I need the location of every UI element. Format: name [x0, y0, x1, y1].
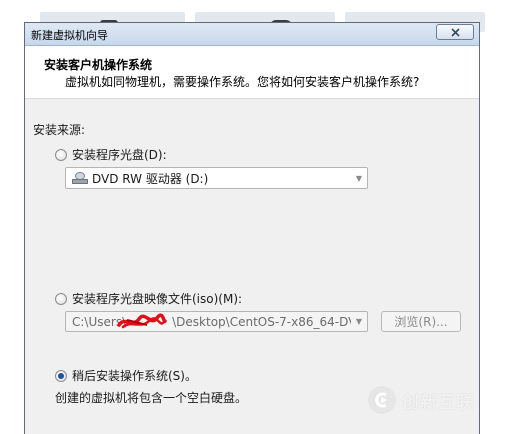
wizard-header: 安装客户机操作系统 虚拟机如同物理机，需要操作系统。您将如何安装客户机操作系统? — [25, 46, 479, 99]
install-later-description: 创建的虚拟机将包含一个空白硬盘。 — [55, 391, 248, 405]
radio-iso-image[interactable]: 安装程序光盘映像文件(iso)(M): — [55, 290, 242, 307]
browse-button[interactable]: 浏览(R)... — [381, 311, 461, 332]
disc-drive-icon — [72, 172, 88, 184]
radio-label: 稍后安装操作系统(S)。 — [72, 369, 197, 383]
page-subtitle: 虚拟机如同物理机，需要操作系统。您将如何安装客户机操作系统? — [65, 75, 420, 89]
title-bar[interactable]: 新建虚拟机向导 — [25, 23, 479, 46]
radio-button[interactable] — [55, 292, 67, 305]
radio-label: 安装程序光盘映像文件(iso)(M): — [72, 292, 243, 306]
radio-install-later[interactable]: 稍后安装操作系统(S)。 — [55, 367, 197, 384]
chevron-down-icon: ▼ — [355, 173, 363, 183]
close-icon — [450, 27, 460, 37]
page-title: 安装客户机操作系统 — [44, 58, 153, 72]
new-vm-wizard-dialog: 新建虚拟机向导 安装客户机操作系统 虚拟机如同物理机，需要操作系统。您将如何安装… — [24, 22, 480, 434]
disc-drive-select[interactable]: DVD RW 驱动器 (D:) ▼ — [65, 167, 368, 189]
iso-path-prefix: C:\Users\ — [72, 314, 127, 329]
radio-label: 安装程序光盘(D): — [72, 148, 167, 162]
iso-path-select[interactable]: C:\Users\ \Desktop\CentOS-7-x86_64-DVD-17… — [65, 311, 368, 332]
iso-path-suffix: \Desktop\CentOS-7-x86_64-DVD-170 — [172, 314, 351, 329]
radio-installer-disc[interactable]: 安装程序光盘(D): — [55, 146, 167, 163]
window-title: 新建虚拟机向导 — [31, 29, 108, 42]
install-source-label: 安装来源: — [33, 123, 86, 137]
chevron-down-icon: ▼ — [355, 317, 363, 326]
close-button[interactable] — [436, 24, 474, 40]
iso-path-value: C:\Users\ \Desktop\CentOS-7-x86_64-DVD-17… — [66, 315, 351, 329]
watermark-text: 创新互联 — [402, 392, 474, 413]
radio-button[interactable] — [55, 148, 67, 161]
watermark: 创新互联 — [368, 386, 474, 414]
radio-button[interactable] — [55, 369, 67, 382]
wizard-content: 安装来源: 安装程序光盘(D): DVD RW 驱动器 (D:) ▼ 安装程序光… — [25, 99, 479, 434]
watermark-logo-icon — [368, 386, 396, 414]
disc-drive-value: DVD RW 驱动器 (D:) — [92, 171, 209, 186]
